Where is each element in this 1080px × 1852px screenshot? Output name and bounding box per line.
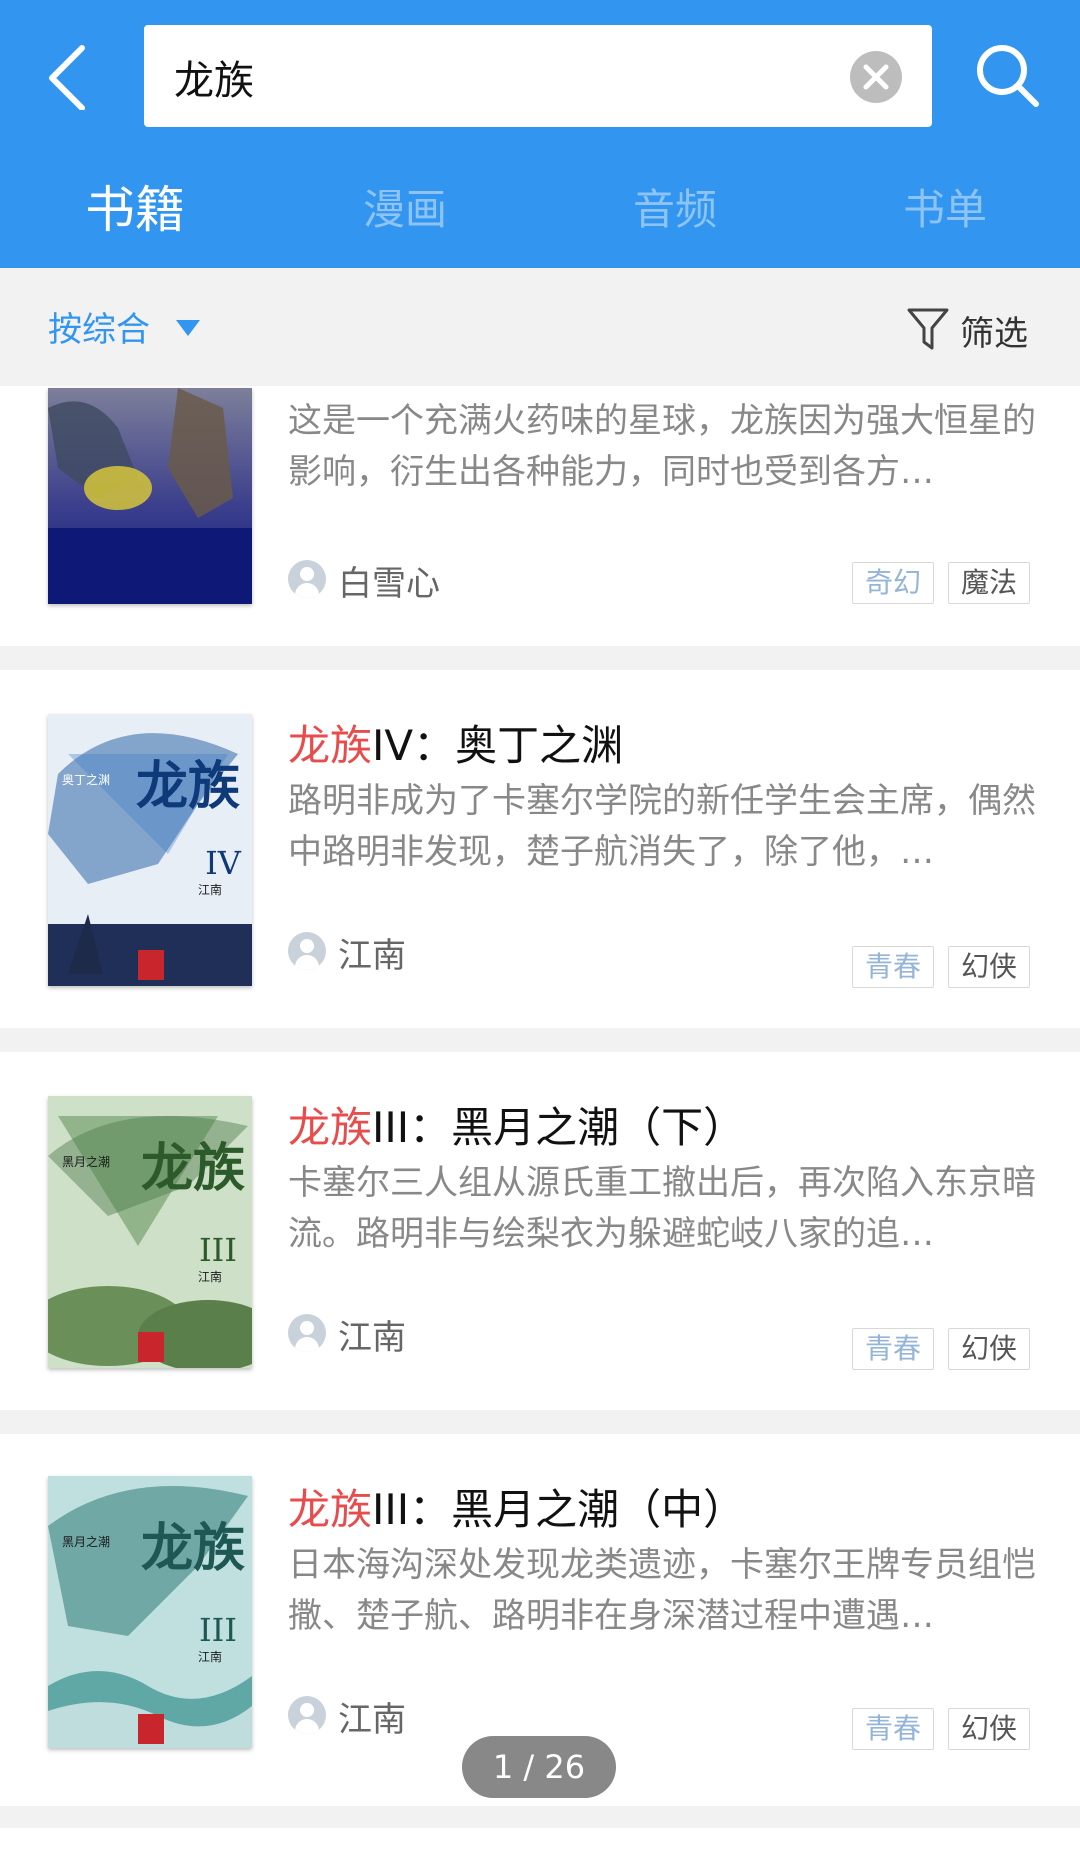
book-description: 卡塞尔三人组从源氏重工撤出后，再次陷入东京暗流。路明非与绘梨衣为躲避蛇岐八家的追… xyxy=(288,1163,1036,1254)
close-icon xyxy=(863,64,889,90)
book-description: 这是一个充满火药味的星球，龙族因为强大恒星的影响，衍生出各种能力，同时也受到各方… xyxy=(288,401,1036,492)
book-cover: 龙族 III 黑月之潮 江南 xyxy=(48,1476,252,1748)
search-button[interactable] xyxy=(972,40,1044,112)
book-cover: 龙族 III 黑月之潮 江南 xyxy=(48,1096,252,1368)
cover-subtitle-text: 黑月之潮 xyxy=(62,1534,110,1549)
book-tag[interactable]: 魔法 xyxy=(948,562,1031,604)
search-icon xyxy=(977,45,1039,107)
back-arrow-icon xyxy=(49,45,85,111)
author-name: 江南 xyxy=(338,936,406,976)
book-tag[interactable]: 幻侠 xyxy=(948,946,1031,988)
book-title: 龙族III：黑月之潮（下） xyxy=(288,1103,746,1152)
author-name: 白雪心 xyxy=(338,564,440,604)
caret-down-icon xyxy=(176,320,200,336)
app-header: 书籍 漫画 音频 书单 xyxy=(0,0,1080,268)
cover-author-text: 江南 xyxy=(198,1269,222,1284)
cover-title-text: 龙族 xyxy=(141,1138,245,1199)
funnel-icon xyxy=(907,308,949,350)
author-name: 江南 xyxy=(338,1318,406,1358)
author-name: 江南 xyxy=(338,1700,406,1740)
book-tag[interactable]: 青春 xyxy=(852,1708,935,1750)
cover-title-text: 龙族 xyxy=(141,1518,245,1579)
cover-author-text: 江南 xyxy=(198,882,222,897)
cover-subtitle-text: 黑月之潮 xyxy=(62,1154,110,1169)
page-indicator: 1 / 26 xyxy=(462,1736,616,1798)
back-button[interactable] xyxy=(40,40,100,111)
book-description: 日本海沟深处发现龙类遗迹，卡塞尔王牌专员组恺撒、楚子航、路明非在身深潜过程中遭遇… xyxy=(288,1545,1036,1636)
user-avatar-icon xyxy=(288,1314,326,1352)
book-description: 路明非成为了卡塞尔学院的新任学生会主席，偶然中路明非发现，楚子航消失了，除了他，… xyxy=(288,781,1036,872)
filter-label: 筛选 xyxy=(960,314,1028,354)
book-cover xyxy=(48,388,252,604)
cover-roman-text: III xyxy=(199,1231,237,1269)
category-tabs: 书籍 漫画 音频 书单 xyxy=(0,168,1080,252)
user-avatar-icon xyxy=(288,560,326,598)
tab-books[interactable]: 书籍 xyxy=(0,168,270,252)
search-box xyxy=(144,25,932,129)
tab-audio[interactable]: 音频 xyxy=(540,168,810,252)
book-card[interactable]: 龙族 III 黑月之潮 江南 龙族III：黑月之潮（下） 卡塞尔三人组从源氏重工… xyxy=(0,1052,1080,1410)
book-card[interactable]: 这是一个充满火药味的星球，龙族因为强大恒星的影响，衍生出各种能力，同时也受到各方… xyxy=(0,386,1080,646)
book-card[interactable]: 龙族 IV 奥丁之渊 江南 龙族IV：奥丁之渊 路明非成为了卡塞尔学院的新任学生… xyxy=(0,670,1080,1028)
book-title: 龙族III：黑月之潮（中） xyxy=(288,1485,746,1534)
search-input[interactable] xyxy=(172,25,836,129)
book-tag[interactable]: 幻侠 xyxy=(948,1328,1031,1370)
book-title: 龙族IV：奥丁之渊 xyxy=(288,721,624,770)
user-avatar-icon xyxy=(288,932,326,970)
tab-booklists[interactable]: 书单 xyxy=(810,168,1080,252)
cover-title-text: 龙族 xyxy=(136,756,240,817)
cover-roman-text: III xyxy=(199,1611,237,1649)
sort-dropdown[interactable]: 按综合 xyxy=(48,302,150,351)
cover-author-text: 江南 xyxy=(198,1649,222,1664)
filter-button[interactable]: 筛选 xyxy=(906,302,1036,354)
book-tag[interactable]: 青春 xyxy=(852,1328,935,1370)
cover-subtitle-text: 奥丁之渊 xyxy=(62,773,110,787)
book-tag[interactable]: 青春 xyxy=(852,946,935,988)
clear-button[interactable] xyxy=(850,51,902,103)
book-card[interactable] xyxy=(0,1828,1080,1852)
cover-roman-text: IV xyxy=(205,844,242,882)
tab-comics[interactable]: 漫画 xyxy=(270,168,540,252)
book-tag[interactable]: 奇幻 xyxy=(852,562,935,604)
book-cover: 龙族 IV 奥丁之渊 江南 xyxy=(48,714,252,986)
book-tag[interactable]: 幻侠 xyxy=(948,1708,1031,1750)
user-avatar-icon xyxy=(288,1696,326,1734)
